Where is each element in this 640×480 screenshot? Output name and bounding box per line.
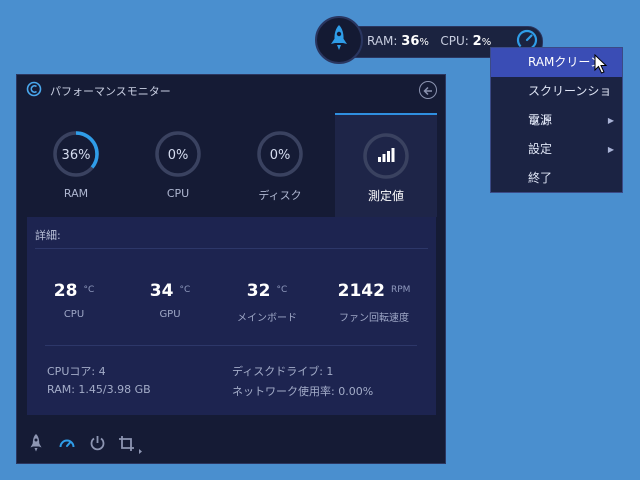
tab-label: ディスク <box>258 189 302 202</box>
tab-label: CPU <box>166 187 190 200</box>
metric-fan-speed: 2142 RPM ファン回転速度 <box>325 281 423 324</box>
metric-unit: °C <box>179 285 191 295</box>
menu-item-label: 設定 <box>528 142 553 156</box>
metric-value: 2142 <box>337 281 385 301</box>
tab-cpu[interactable]: 0% CPU <box>127 113 229 217</box>
metric-mainboard-temp: 32 °C メインボード <box>218 281 316 324</box>
back-button[interactable] <box>419 81 437 99</box>
arrow-left-icon <box>423 81 433 100</box>
mouse-cursor-icon <box>594 53 608 78</box>
metric-cpu-temp: 28 °C CPU <box>25 281 123 320</box>
cpu-percent: 0% <box>167 148 189 163</box>
performance-monitor-window: パフォーマンスモニター 36% RAM 0% CPU 0% ディスク 測定値 詳… <box>16 74 446 464</box>
tab-measurements[interactable]: 測定値 <box>335 113 437 217</box>
info-disk-drives: ディスクドライブ: 1 <box>232 365 334 378</box>
details-heading: 詳細: <box>35 229 61 242</box>
metric-unit: °C <box>83 285 95 295</box>
ram-unit: % <box>419 37 429 48</box>
rocket-icon[interactable] <box>29 433 43 457</box>
ram-percent: 36% <box>61 148 91 163</box>
metric-label: GPU <box>159 309 181 320</box>
menu-item-label: RAMクリーン <box>528 55 602 69</box>
disk-percent: 0% <box>269 148 291 163</box>
tab-disk[interactable]: 0% ディスク <box>229 113 331 217</box>
ram-value: 36 <box>401 34 420 49</box>
menu-item-exit[interactable]: 終了 <box>491 164 622 193</box>
tab-bar: 36% RAM 0% CPU 0% ディスク 測定値 <box>17 113 445 217</box>
widget-stats: RAM: 36% CPU: 2% <box>367 34 491 49</box>
footer-toolbar <box>17 427 445 461</box>
crop-screenshot-icon[interactable] <box>118 435 144 459</box>
power-icon[interactable] <box>89 435 106 456</box>
cpu-value: 2 <box>472 34 482 49</box>
divider <box>35 248 428 249</box>
menu-item-power[interactable]: 電源 ▶ <box>491 106 622 135</box>
menu-item-label: 電源 <box>528 113 553 127</box>
tab-ram[interactable]: 36% RAM <box>25 113 127 217</box>
speedometer-icon[interactable] <box>58 435 76 457</box>
metric-value: 32 <box>246 281 271 301</box>
details-panel: 詳細: 28 °C CPU 34 °C GPU 32 °C メインボード 2142 RP… <box>27 217 436 415</box>
menu-item-screenshot[interactable]: スクリーンショット <box>491 77 622 127</box>
metric-label: CPU <box>63 309 85 320</box>
metric-unit: °C <box>276 285 288 295</box>
ram-label: RAM: <box>367 34 398 48</box>
tab-label: RAM <box>63 187 89 200</box>
metric-unit: RPM <box>390 285 411 295</box>
menu-item-settings[interactable]: 設定 ▶ <box>491 135 622 164</box>
menu-item-label: 終了 <box>528 171 553 185</box>
info-cpu-cores: CPUコア: 4 <box>47 365 106 378</box>
cpu-label: CPU: <box>440 34 469 48</box>
metric-value: 34 <box>149 281 174 301</box>
rocket-icon <box>329 24 349 56</box>
boost-button[interactable] <box>315 16 363 64</box>
app-logo-icon <box>26 81 42 101</box>
submenu-arrow-icon: ▶ <box>607 116 614 125</box>
metric-label: メインボード <box>237 313 297 324</box>
title-bar[interactable]: パフォーマンスモニター <box>17 75 445 105</box>
window-title: パフォーマンスモニター <box>50 85 171 98</box>
info-ram: RAM: 1.45/3.98 GB <box>47 383 151 396</box>
divider <box>45 345 417 346</box>
bar-chart-icon <box>377 147 395 167</box>
info-network: ネットワーク使用率: 0.00% <box>232 385 374 398</box>
metric-label: ファン回転速度 <box>339 313 409 324</box>
tab-label: 測定値 <box>367 189 404 203</box>
submenu-arrow-icon: ▶ <box>607 145 614 154</box>
metric-gpu-temp: 34 °C GPU <box>121 281 219 320</box>
metric-value: 28 <box>53 281 78 301</box>
